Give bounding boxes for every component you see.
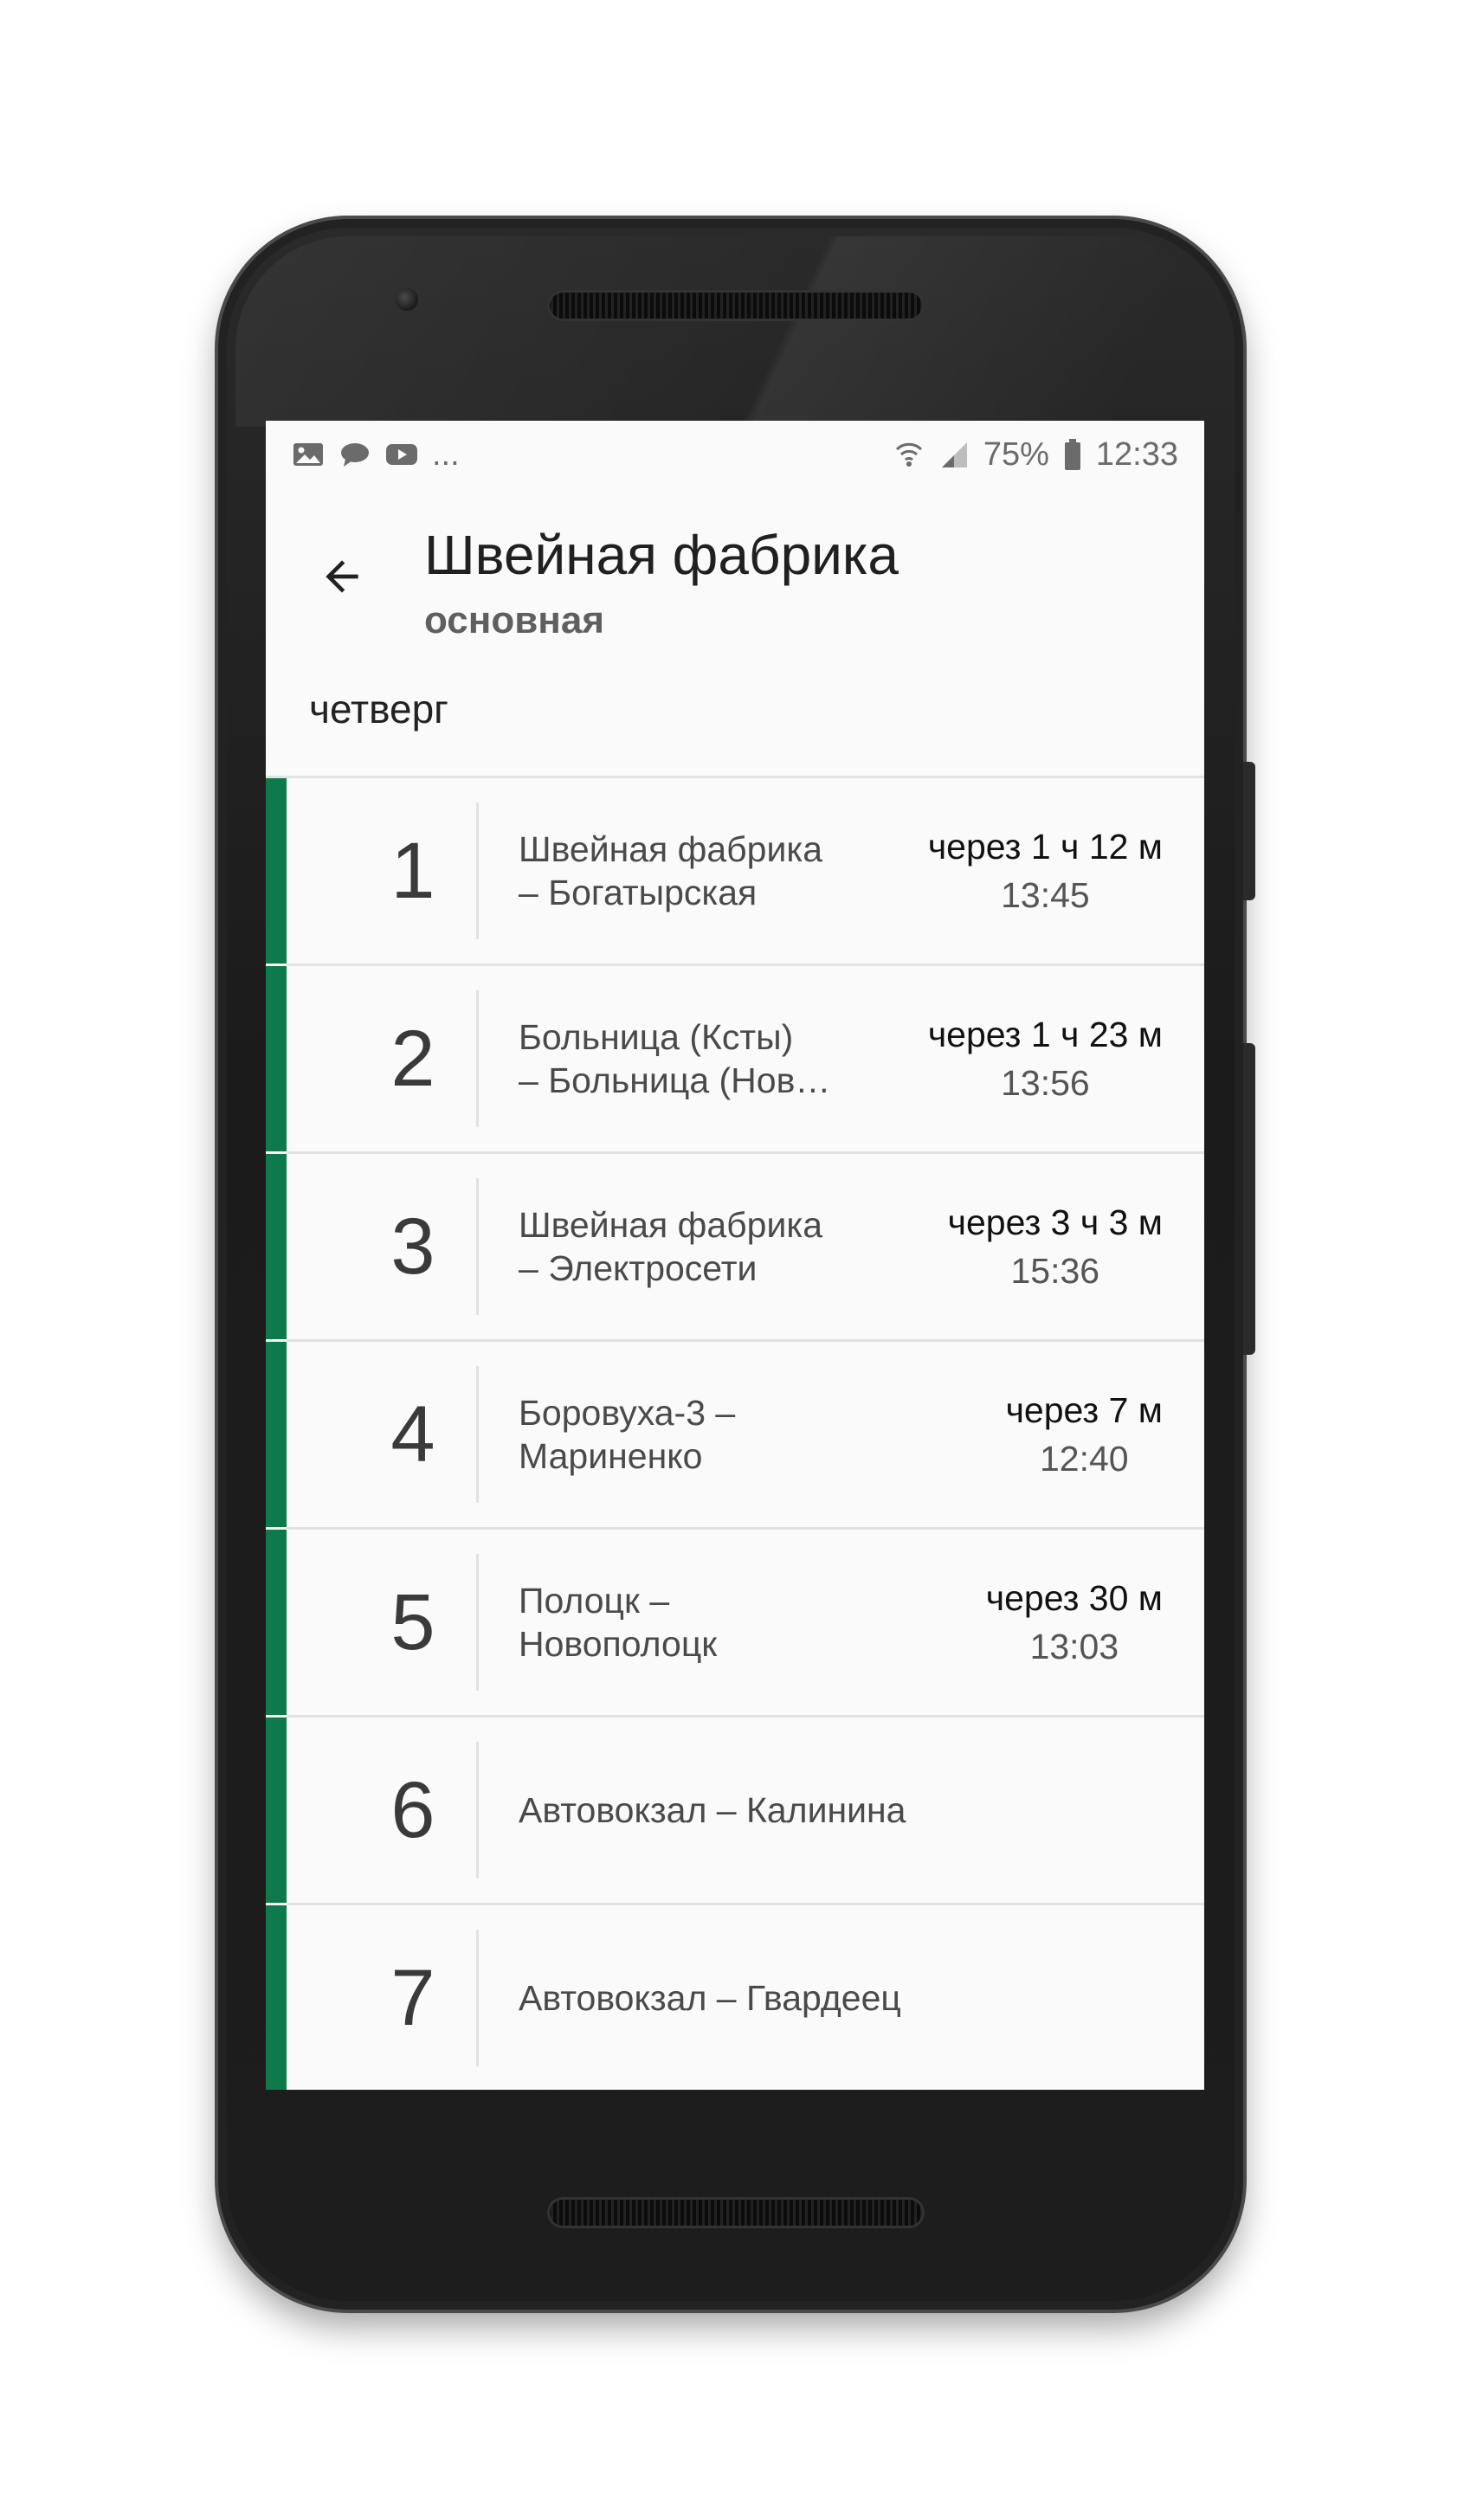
divider [476, 990, 479, 1127]
route-name: Автовокзал – Гвардеец [519, 1905, 1125, 2090]
route-row[interactable]: 2 Больница (Ксты) – Больница (Нов… через… [266, 966, 1204, 1154]
route-row[interactable]: 7 Автовокзал – Гвардеец [266, 1905, 1204, 2090]
page-title: Швейная фабрика [424, 524, 899, 586]
departure-time: 13:03 [1029, 1627, 1119, 1666]
route-name-line2: – Больница (Нов… [519, 1060, 831, 1100]
route-name-line1: Автовокзал – Гвардеец [519, 1978, 901, 2018]
route-name-line2: – Электросети [519, 1248, 758, 1288]
chat-icon [341, 443, 369, 467]
route-color-stripe [266, 966, 287, 1154]
route-name-line2: – Богатырская [519, 873, 758, 912]
relative-time: через 30 м [985, 1578, 1163, 1618]
divider [476, 802, 479, 939]
route-color-stripe [266, 1154, 287, 1342]
departure-time: 12:40 [1039, 1439, 1129, 1479]
battery-percent: 75% [983, 435, 1049, 473]
divider [476, 1366, 479, 1503]
divider [476, 1178, 479, 1315]
route-number: 2 [390, 1014, 435, 1103]
phone-reflection [235, 236, 1226, 427]
wifi-icon [895, 442, 922, 467]
divider [476, 1742, 479, 1879]
more-notifications: ... [432, 435, 460, 473]
front-camera [396, 288, 418, 311]
back-button[interactable] [307, 542, 377, 611]
route-name: Швейная фабрика – Богатырская [519, 778, 848, 964]
route-name: Боровуха-3 – Мариненко [519, 1342, 848, 1527]
volume-button [1243, 1043, 1255, 1355]
divider [476, 1930, 479, 2066]
route-name-line1: Автовокзал – Калинина [519, 1790, 906, 1830]
arrow-back-icon [326, 560, 358, 593]
route-name-line1: Больница (Ксты) [519, 1017, 794, 1057]
app-screen: ... 75% 12:33 Швейная фабрика основная ч… [266, 421, 1204, 2090]
route-name-line2: Новополоцк [519, 1624, 718, 1664]
route-name-line1: Швейная фабрика [519, 829, 823, 869]
status-bar: ... 75% 12:33 [266, 421, 1204, 488]
image-icon [293, 443, 323, 466]
route-row[interactable]: 5 Полоцк – Новополоцк через 30 м 13:03 [266, 1530, 1204, 1718]
relative-time: через 1 ч 23 м [927, 1015, 1163, 1054]
route-number: 6 [390, 1765, 435, 1854]
clock: 12:33 [1095, 435, 1178, 473]
route-number: 3 [390, 1202, 435, 1291]
relative-time: через 3 ч 3 м [947, 1202, 1163, 1242]
divider [476, 1554, 479, 1691]
departure-time: 15:36 [1010, 1251, 1100, 1291]
top-speaker [547, 290, 925, 321]
relative-time: через 1 ч 12 м [927, 827, 1163, 867]
route-row[interactable]: 6 Автовокзал – Калинина [266, 1718, 1204, 1905]
bottom-speaker [547, 2197, 925, 2228]
page-subtitle: основная [424, 599, 604, 641]
route-times: через 1 ч 12 м 13:45 [928, 778, 1163, 964]
route-times: через 3 ч 3 м 15:36 [948, 1154, 1163, 1339]
route-name-line2: Мариненко [519, 1436, 703, 1476]
route-row[interactable]: 3 Швейная фабрика – Электросети через 3 … [266, 1154, 1204, 1342]
route-row[interactable]: 4 Боровуха-3 – Мариненко через 7 м 12:40 [266, 1342, 1204, 1530]
route-color-stripe [266, 1905, 287, 2090]
route-number: 7 [390, 1953, 435, 2042]
route-name: Швейная фабрика – Электросети [519, 1154, 848, 1339]
battery-icon [1064, 439, 1080, 470]
youtube-icon [386, 444, 417, 465]
route-name: Автовокзал – Калинина [519, 1718, 1125, 1903]
route-row[interactable]: 1 Швейная фабрика – Богатырская через 1 … [266, 778, 1204, 966]
route-name-line1: Полоцк – [519, 1581, 670, 1621]
app-bar: Швейная фабрика основная [266, 488, 1204, 661]
signal-icon [941, 442, 967, 467]
route-times: через 7 м 12:40 [1006, 1342, 1163, 1527]
route-number: 4 [390, 1389, 435, 1479]
departure-time: 13:45 [1001, 875, 1090, 915]
route-color-stripe [266, 1342, 287, 1530]
route-times: через 30 м 13:03 [986, 1530, 1163, 1715]
route-name-line1: Швейная фабрика [519, 1205, 823, 1245]
route-name: Полоцк – Новополоцк [519, 1530, 848, 1715]
route-times: через 1 ч 23 м 13:56 [928, 966, 1163, 1151]
relative-time: через 7 м [1005, 1390, 1163, 1430]
route-color-stripe [266, 778, 287, 966]
power-button [1243, 762, 1255, 900]
route-name-line1: Боровуха-3 – [519, 1393, 736, 1433]
route-color-stripe [266, 1718, 287, 1905]
route-number: 1 [390, 826, 435, 915]
departure-time: 13:56 [1001, 1063, 1090, 1103]
route-list: 1 Швейная фабрика – Богатырская через 1 … [266, 778, 1204, 2090]
day-label: четверг [266, 661, 1204, 778]
route-name: Больница (Ксты) – Больница (Нов… [519, 966, 848, 1151]
route-number: 5 [390, 1577, 435, 1666]
route-color-stripe [266, 1530, 287, 1718]
